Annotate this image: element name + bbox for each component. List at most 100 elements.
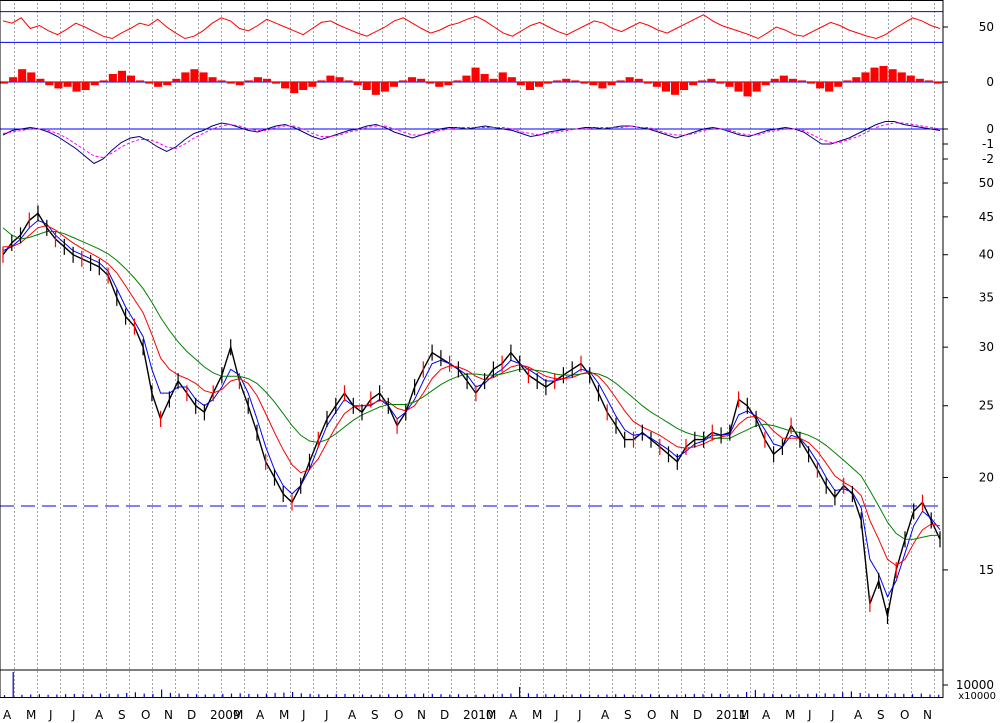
volume-bar [562,694,564,697]
x-tick-label: A [601,708,610,722]
x-tick-label: M [233,708,243,722]
histogram-bar [244,80,253,82]
volume-bar [3,695,6,697]
histogram-bar [897,72,906,82]
volume-bar [850,691,852,697]
histogram-bar [136,80,145,82]
histogram-bar [417,78,426,82]
volume-bar [353,694,355,697]
histogram-bar [326,75,335,82]
x-axis: A M J J A S O N D 2009M A M J J A S O N D 2010M A M J J A S O N D 201… [3,708,932,722]
volume-bar [807,693,809,697]
histogram-bar [290,82,299,94]
histogram-bar [870,67,879,82]
x-tick-label: A [762,708,771,722]
volume-bar [309,693,311,697]
volume-bar [772,693,774,697]
volume-bar [230,693,233,697]
histogram-bar [779,75,788,82]
histogram-bar [716,82,725,84]
volume-bar [370,694,372,697]
histogram-bar [816,82,825,89]
histogram-bar [743,82,752,97]
histogram-bar [852,77,861,82]
histogram-bar [625,77,634,82]
histogram-bar [535,82,544,87]
histogram-bar [689,82,698,86]
x-tick-label: J [301,708,306,722]
y-tick-label: 40 [979,248,994,262]
x-tick-label: D [440,708,449,722]
histogram-bar [598,82,607,89]
y-tick-label: 45 [979,210,994,224]
volume-bar [737,694,739,697]
x-tick-label: S [118,708,126,722]
x-tick-label: J [830,708,835,722]
x-tick-label: S [877,708,885,722]
volume-bar [588,694,591,697]
volume-bar [47,694,49,697]
volume-bar [842,692,844,697]
y-tick-label: 25 [979,399,994,413]
volume-bar [833,693,835,697]
histogram-bar [371,82,380,95]
histogram-bar [761,82,770,86]
x-tick-label: M [532,708,542,722]
histogram-bar [145,82,154,84]
histogram-bar [226,82,235,84]
histogram-bar [217,80,226,82]
histogram-bar [671,82,680,95]
histogram-bar [208,77,217,82]
volume-bar [728,694,730,697]
volume-bar [693,693,695,697]
histogram-bar [571,80,580,82]
volume-bar [161,689,163,697]
histogram-bar [444,82,453,86]
y-tick-label: 50 [979,176,994,190]
volume-bar [457,694,460,697]
volume-bar [396,694,398,697]
histogram-bar [36,78,45,82]
y-tick-label: 30 [979,340,994,354]
histogram-bar [752,82,761,92]
x-tick-label: O [394,708,403,722]
histogram-bar [734,82,743,92]
volume-bar [911,694,914,697]
stock-chart: x10000 A M J J A S O N D 2009M A M J J A S O N D 2010M A M J J A… [0,0,1000,723]
volume-bar [789,694,791,697]
volume-bar [292,692,294,697]
histogram-bar [126,75,135,82]
histogram-bar [63,82,72,87]
histogram-bar [90,82,99,86]
x-tick-label: N [164,708,173,722]
histogram-bar [807,82,816,84]
histogram-bar [525,82,534,90]
volume-bar [414,693,416,697]
volume-bar [143,693,145,697]
histogram-bar [770,78,779,82]
histogram-bar [652,82,661,87]
volume-bar [99,693,102,697]
histogram-bar [707,78,716,82]
x-tick-label: D [693,708,702,722]
volume-bar [484,694,486,697]
histogram-bar [471,67,480,82]
x-tick-label: J [577,708,582,722]
volume-bar [178,693,180,697]
x-tick-label: J [324,708,329,722]
volume-bar [667,694,669,697]
volume-bar [196,694,198,697]
volume-bar [326,694,329,697]
histogram-bar [698,80,707,82]
volume-bar [265,693,267,697]
y-tick-label: 0 [986,122,994,136]
histogram-bar [725,82,734,87]
volume-bar [248,693,250,697]
volume-bar [632,694,634,697]
volume-bar [711,693,713,697]
histogram-bar [18,69,27,82]
volume-bar [929,694,931,697]
x-tick-label: O [900,708,909,722]
histogram-bar [272,82,281,84]
volume-bar [30,694,32,697]
